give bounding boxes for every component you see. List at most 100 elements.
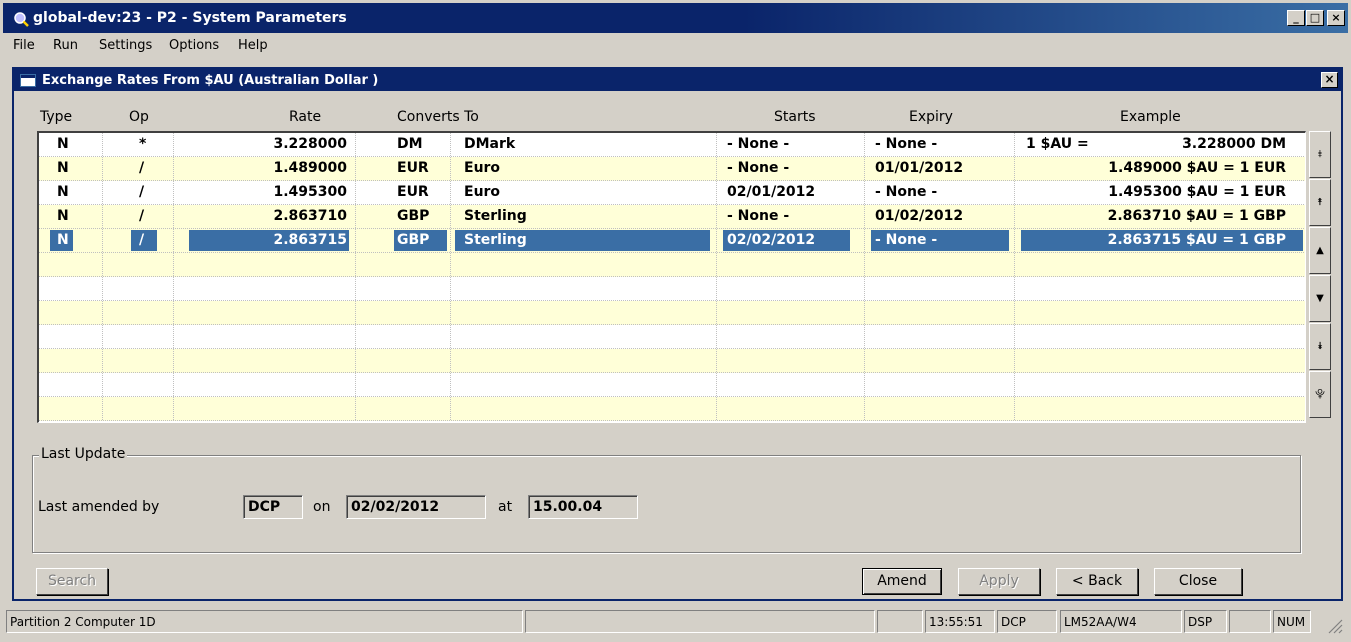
grid-column-divider — [102, 253, 103, 276]
back-button[interactable]: < Back — [1056, 568, 1138, 595]
cell-code: EUR — [397, 184, 429, 200]
grid-column-divider — [1014, 373, 1015, 396]
dialog-title: Exchange Rates From $AU (Australian Doll… — [42, 73, 379, 88]
cell-name: Euro — [464, 184, 501, 200]
grid-column-divider — [450, 325, 451, 348]
cell-op: / — [139, 232, 145, 248]
table-row[interactable]: N / 2.863710 GBP Sterling - None - 01/02/2012 2… — [39, 205, 1305, 229]
empty-table-row[interactable] — [39, 277, 1305, 301]
menu-file[interactable]: File — [13, 38, 35, 53]
grid-column-divider — [450, 301, 451, 324]
window-title-bar[interactable]: global-dev:23 - P2 - System Parameters _… — [3, 3, 1348, 33]
col-header-example[interactable]: Example — [1120, 109, 1181, 125]
empty-table-row[interactable] — [39, 253, 1305, 277]
scroll-down-icon: ▼ — [1316, 293, 1324, 304]
app-icon — [14, 12, 29, 27]
col-header-expiry[interactable]: Expiry — [909, 109, 953, 125]
dialog-close-button[interactable]: × — [1321, 72, 1338, 88]
resize-grip-icon[interactable] — [1325, 616, 1343, 634]
scroll-down-button[interactable]: ▼ — [1309, 275, 1331, 322]
grid-column-divider — [716, 253, 717, 276]
grid-column-divider — [102, 349, 103, 372]
dialog-title-bar[interactable]: Exchange Rates From $AU (Australian Doll… — [14, 69, 1341, 91]
grid-column-divider — [1014, 397, 1015, 420]
cell-op: / — [139, 160, 145, 176]
grid-column-divider — [1014, 157, 1015, 180]
window-title: global-dev:23 - P2 - System Parameters — [33, 10, 347, 26]
grid-column-divider — [450, 229, 451, 252]
search-button[interactable]: Search — [36, 568, 108, 595]
grid-column-divider — [355, 373, 356, 396]
grid-column-divider — [716, 277, 717, 300]
grid-column-divider — [173, 157, 174, 180]
scroll-bottom-button[interactable]: ⯓ — [1309, 371, 1331, 418]
menu-help[interactable]: Help — [238, 38, 268, 53]
empty-table-row[interactable] — [39, 301, 1305, 325]
table-row[interactable]: N * 3.228000 DM DMark - None - - None - 1 $AU =… — [39, 133, 1305, 157]
grid-column-divider — [173, 229, 174, 252]
cell-type: N — [57, 232, 69, 248]
maximize-button[interactable]: □ — [1306, 10, 1324, 26]
cell-type: N — [57, 208, 69, 224]
grid-column-divider — [864, 205, 865, 228]
amend-button[interactable]: Amend — [862, 568, 942, 595]
scroll-page-down-button[interactable]: ⯯ — [1309, 323, 1331, 370]
status-num: NUM — [1273, 610, 1311, 633]
maximize-icon: □ — [1309, 11, 1321, 24]
grid-column-divider — [1014, 349, 1015, 372]
close-icon: × — [1324, 72, 1335, 86]
cell-name: DMark — [464, 136, 516, 152]
table-row[interactable]: N / 1.489000 EUR Euro - None - 01/01/2012 1.489… — [39, 157, 1305, 181]
grid-column-divider — [1014, 253, 1015, 276]
col-header-starts[interactable]: Starts — [774, 109, 816, 125]
col-header-type[interactable]: Type — [40, 109, 72, 125]
cell-rate: 1.489000 — [273, 160, 347, 176]
scroll-bottom-icon: ⯓ — [1315, 389, 1325, 400]
scroll-up-button[interactable]: ▲ — [1309, 227, 1331, 274]
col-header-converts-to[interactable]: Converts To — [397, 109, 479, 125]
cell-example-b: 2.863710 $AU = 1 GBP — [1107, 208, 1286, 224]
grid-column-divider — [173, 253, 174, 276]
grid-column-divider — [1014, 181, 1015, 204]
grid-column-divider — [450, 181, 451, 204]
grid-column-divider — [102, 277, 103, 300]
exchange-rates-grid[interactable]: N * 3.228000 DM DMark - None - - None - 1 $AU =… — [37, 131, 1306, 423]
close-window-button[interactable]: × — [1327, 10, 1345, 26]
cell-example-b: 1.495300 $AU = 1 EUR — [1108, 184, 1286, 200]
empty-table-row[interactable] — [39, 325, 1305, 349]
col-header-op[interactable]: Op — [129, 109, 149, 125]
menu-options[interactable]: Options — [169, 38, 219, 53]
cell-code: GBP — [397, 208, 430, 224]
grid-column-divider — [864, 133, 865, 156]
scroll-page-up-button[interactable]: ⯭ — [1309, 179, 1331, 226]
grid-column-divider — [1014, 325, 1015, 348]
empty-table-row[interactable] — [39, 397, 1305, 421]
grid-column-divider — [355, 133, 356, 156]
empty-table-row[interactable] — [39, 349, 1305, 373]
last-amended-label: Last amended by — [38, 499, 160, 515]
scroll-page-up-icon: ⯭ — [1317, 197, 1323, 208]
grid-column-divider — [716, 181, 717, 204]
scroll-page-down-icon: ⯯ — [1317, 341, 1323, 352]
table-row[interactable]: N / 2.863715 GBP Sterling 02/02/2012 - None - 2… — [39, 229, 1305, 253]
minimize-button[interactable]: _ — [1287, 10, 1305, 26]
grid-column-divider — [355, 301, 356, 324]
cell-code: DM — [397, 136, 423, 152]
grid-column-divider — [102, 229, 103, 252]
status-terminal: LM52AA/W4 — [1060, 610, 1182, 633]
close-button[interactable]: Close — [1154, 568, 1242, 595]
on-label: on — [313, 499, 331, 515]
cell-expiry: 01/01/2012 — [875, 160, 964, 176]
apply-button[interactable]: Apply — [958, 568, 1040, 595]
empty-table-row[interactable] — [39, 373, 1305, 397]
cell-type: N — [57, 136, 69, 152]
col-header-rate[interactable]: Rate — [289, 109, 321, 125]
grid-column-divider — [355, 157, 356, 180]
menu-run[interactable]: Run — [53, 38, 78, 53]
scroll-top-button[interactable]: ⯒ — [1309, 131, 1331, 178]
menu-settings[interactable]: Settings — [99, 38, 152, 53]
grid-column-divider — [1014, 277, 1015, 300]
table-row[interactable]: N / 1.495300 EUR Euro 02/01/2012 - None - 1.495… — [39, 181, 1305, 205]
grid-column-divider — [1014, 229, 1015, 252]
status-empty-1 — [525, 610, 875, 633]
